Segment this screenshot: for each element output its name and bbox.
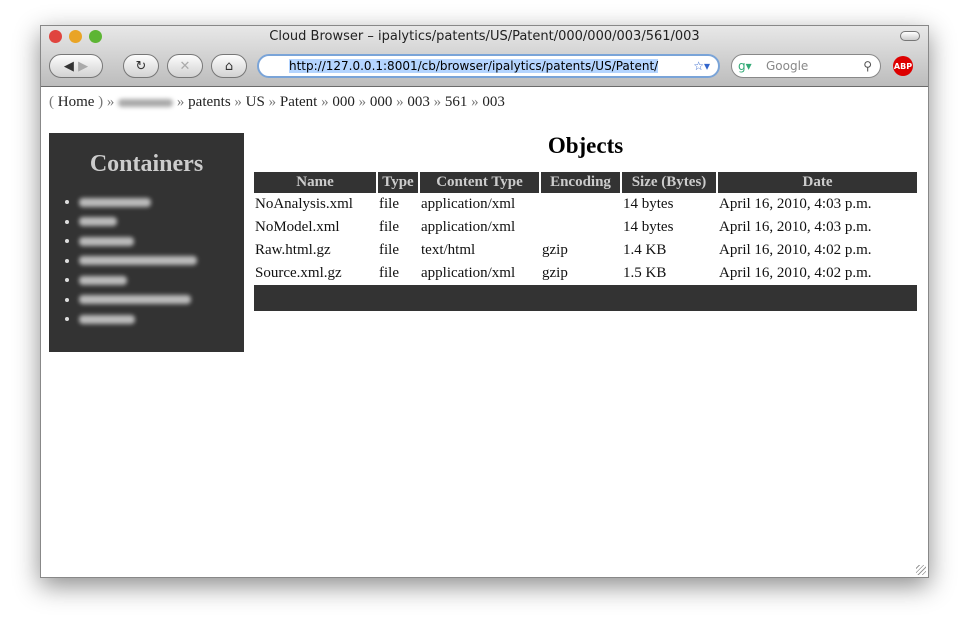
url-text[interactable]: http://127.0.0.1:8001/cb/browser/ipalyti… (289, 59, 659, 73)
objects-table: Name Type Content Type Encoding Size (By… (252, 172, 919, 311)
table-cell: 14 bytes (623, 196, 674, 212)
browser-window: Cloud Browser – ipalytics/patents/US/Pat… (40, 25, 929, 578)
table-cell: April 16, 2010, 4:02 p.m. (719, 265, 872, 281)
table-cell (541, 216, 620, 239)
breadcrumb-home[interactable]: Home (58, 94, 95, 110)
object-name-link[interactable]: NoModel.xml (254, 216, 376, 239)
table-cell: gzip (542, 242, 568, 258)
breadcrumb: ( Home ) » » patents » US » Patent » 000… (49, 94, 505, 110)
address-bar[interactable]: http://127.0.0.1:8001/cb/browser/ipalyti… (257, 54, 720, 78)
container-item[interactable] (79, 214, 244, 234)
table-cell: file (379, 196, 399, 212)
objects-panel: Objects Name Type Content Type Encoding … (254, 133, 917, 311)
table-cell: April 16, 2010, 4:03 p.m. (719, 219, 872, 235)
table-cell: April 16, 2010, 4:03 p.m. (719, 196, 872, 212)
stop-button[interactable]: ✕ (167, 54, 203, 78)
breadcrumb-item[interactable]: 000 (370, 94, 393, 110)
table-cell: April 16, 2010, 4:02 p.m. (719, 242, 872, 258)
table-cell (541, 193, 620, 216)
table-row: Raw.html.gz file text/html gzip 1.4 KB April … (254, 239, 917, 262)
container-item[interactable] (79, 194, 244, 214)
breadcrumb-item[interactable]: 000 (332, 94, 355, 110)
table-row: NoModel.xml file application/xml 14 bytes Ap… (254, 216, 917, 239)
table-cell: 14 bytes (623, 219, 674, 235)
column-header: Type (378, 172, 418, 193)
window-title: Cloud Browser – ipalytics/patents/US/Pat… (269, 29, 700, 44)
sidebar-title: Containers (89, 151, 204, 177)
page-title: Objects (547, 133, 624, 158)
container-item[interactable] (79, 233, 244, 253)
bookmark-star-icon[interactable]: ☆▾ (693, 59, 710, 73)
table-cell: gzip (542, 265, 568, 281)
back-forward-buttons[interactable]: ◀ ▶ (49, 54, 103, 78)
table-footer (254, 285, 917, 311)
reload-icon: ↻ (135, 58, 147, 74)
table-cell: 1.4 KB (623, 242, 667, 258)
table-cell: application/xml (421, 196, 516, 212)
home-button[interactable]: ⌂ (211, 54, 247, 78)
google-icon[interactable]: g▾ (738, 59, 752, 73)
table-row: NoAnalysis.xml file application/xml 14 byte… (254, 193, 917, 216)
forward-icon[interactable]: ▶ (78, 59, 88, 74)
resize-grip[interactable] (916, 565, 926, 575)
back-icon[interactable]: ◀ (64, 59, 74, 74)
stop-icon: ✕ (179, 58, 191, 74)
breadcrumb-item[interactable]: 561 (445, 94, 468, 110)
breadcrumb-redacted[interactable] (118, 98, 174, 107)
containers-sidebar: Containers (49, 133, 244, 352)
table-cell: file (379, 219, 399, 235)
reload-button[interactable]: ↻ (123, 54, 159, 78)
toolbar-toggle-button[interactable] (900, 31, 920, 41)
column-header: Encoding (541, 172, 620, 193)
object-name-link[interactable]: Source.xml.gz (254, 262, 376, 285)
object-name-link[interactable]: NoAnalysis.xml (254, 193, 376, 216)
search-box[interactable]: Google g▾ ⚲ (731, 54, 881, 78)
table-cell: application/xml (421, 265, 516, 281)
table-cell: text/html (421, 242, 476, 258)
breadcrumb-item[interactable]: Patent (280, 94, 318, 110)
container-item[interactable] (79, 292, 244, 312)
breadcrumb-item[interactable]: patents (188, 94, 231, 110)
browser-chrome: Cloud Browser – ipalytics/patents/US/Pat… (41, 26, 928, 87)
table-cell: application/xml (421, 219, 516, 235)
container-item[interactable] (79, 311, 244, 331)
column-header: Name (254, 172, 376, 193)
table-row: Source.xml.gz file application/xml gzip 1.5 … (254, 262, 917, 285)
breadcrumb-item[interactable]: US (246, 94, 265, 110)
adblock-button[interactable]: ABP (893, 56, 913, 76)
search-placeholder: Google (766, 59, 809, 73)
container-item[interactable] (79, 272, 244, 292)
breadcrumb-current: 003 (482, 94, 505, 110)
column-header: Content Type (420, 172, 539, 193)
container-item[interactable] (79, 253, 244, 273)
table-cell: file (379, 242, 399, 258)
search-icon[interactable]: ⚲ (863, 59, 872, 73)
home-icon: ⌂ (224, 58, 234, 74)
table-cell: 1.5 KB (623, 265, 667, 281)
column-header: Date (718, 172, 917, 193)
breadcrumb-item[interactable]: 003 (407, 94, 430, 110)
table-cell: file (379, 265, 399, 281)
column-header: Size (Bytes) (622, 172, 716, 193)
object-name-link[interactable]: Raw.html.gz (254, 239, 376, 262)
